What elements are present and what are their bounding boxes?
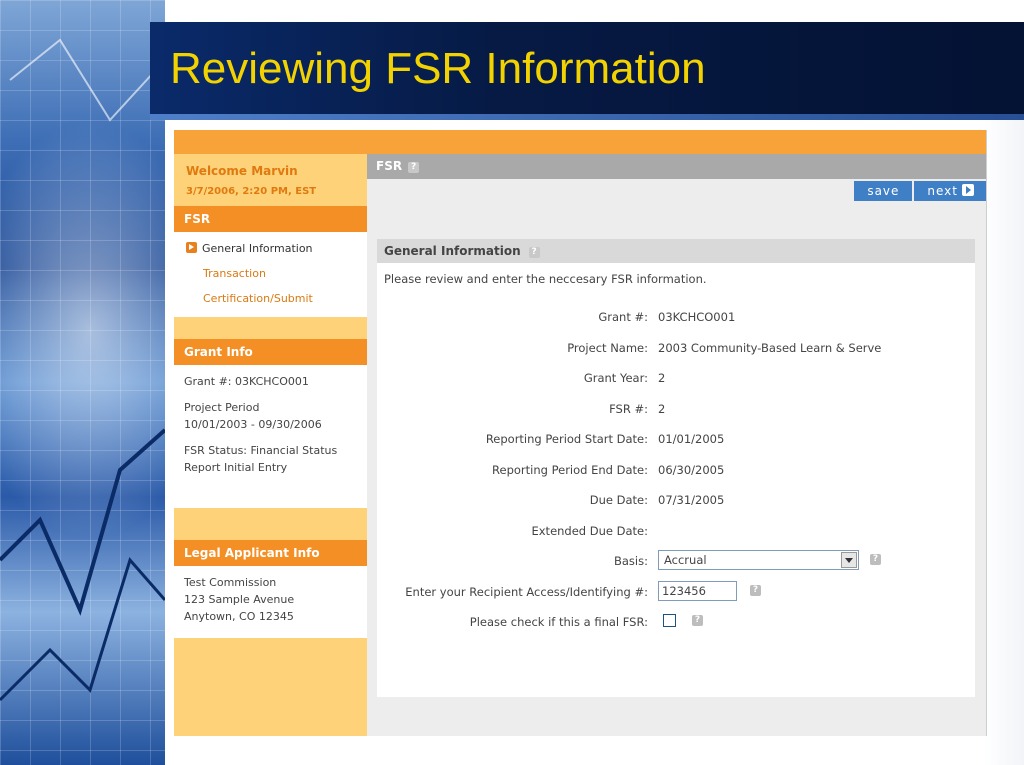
sidebar: Welcome Marvin 3/7/2006, 2:20 PM, EST FS…	[174, 154, 367, 736]
form-row-final-fsr: Please check if this a final FSR: ?	[377, 606, 975, 637]
welcome-text: Welcome Marvin	[186, 164, 298, 178]
field-label: Enter your Recipient Access/Identifying …	[405, 584, 648, 599]
project-period-label: Project Period	[184, 401, 260, 414]
fsr-nav: General Information Transaction Certific…	[174, 232, 367, 317]
field-label: Basis:	[614, 554, 648, 568]
help-icon[interactable]: ?	[408, 162, 420, 173]
form-row-basis: Basis: Accrual ?	[377, 545, 975, 576]
form-row-fsr-number: FSR #: 2	[377, 393, 975, 424]
field-label: FSR #:	[609, 401, 648, 416]
current-arrow-icon	[186, 242, 197, 253]
main-content: FSR? save next General Information? Plea…	[367, 154, 986, 736]
basis-select[interactable]: Accrual	[658, 550, 859, 570]
fsr-title-bar: FSR?	[367, 154, 986, 179]
login-datetime: 3/7/2006, 2:20 PM, EST	[186, 186, 317, 197]
general-information-panel: General Information? Please review and e…	[377, 239, 975, 697]
next-label: next	[927, 184, 958, 198]
grant-info-header: Grant Info	[174, 339, 367, 365]
intro-text: Please review and enter the neccesary FS…	[384, 272, 707, 286]
form-row-recipient-id: Enter your Recipient Access/Identifying …	[377, 576, 975, 607]
form-row-grant: Grant #: 03KCHCO001	[377, 301, 975, 332]
nav-item-transaction[interactable]: Transaction	[174, 261, 367, 286]
field-value: 03KCHCO001	[658, 310, 736, 324]
help-icon[interactable]: ?	[870, 554, 881, 565]
nav-item-general-information[interactable]: General Information	[174, 236, 367, 261]
fsr-title: FSR	[376, 159, 403, 173]
field-label: Due Date:	[589, 493, 648, 507]
legal-applicant-block: Test Commission 123 Sample Avenue Anytow…	[174, 566, 367, 638]
action-buttons: save next	[852, 181, 986, 201]
field-label: Project Name:	[567, 340, 648, 355]
app-header-bar	[174, 130, 986, 154]
help-icon[interactable]: ?	[528, 247, 540, 258]
nav-item-certification-submit[interactable]: Certification/Submit	[174, 286, 367, 311]
form-row-project-name: Project Name: 2003 Community-Based Learn…	[377, 332, 975, 363]
next-button[interactable]: next	[914, 181, 986, 201]
slide-right-gloss	[984, 120, 1024, 765]
project-period-value: 10/01/2003 - 09/30/2006	[184, 418, 322, 431]
form-row-period-end: Reporting Period End Date: 06/30/2005	[377, 454, 975, 485]
help-icon[interactable]: ?	[692, 615, 703, 626]
chevron-down-icon[interactable]	[841, 552, 857, 568]
form-row-extended-due-date: Extended Due Date:	[377, 515, 975, 546]
field-value: 06/30/2005	[658, 462, 725, 477]
field-value: 01/01/2005	[658, 432, 725, 446]
field-label: Reporting Period End Date:	[492, 462, 648, 477]
field-label: Grant #:	[598, 310, 648, 324]
applicant-street: 123 Sample Avenue	[184, 593, 295, 606]
field-value: 2	[658, 401, 666, 416]
applicant-name: Test Commission	[184, 576, 277, 589]
field-label: Extended Due Date:	[531, 523, 648, 538]
field-value: 07/31/2005	[658, 493, 725, 507]
slide-left-decoration	[0, 0, 165, 765]
fsr-application: Welcome Marvin 3/7/2006, 2:20 PM, EST FS…	[174, 130, 987, 736]
grant-info-block: Grant #: 03KCHCO001 Project Period 10/01…	[174, 365, 367, 508]
form-row-due-date: Due Date: 07/31/2005	[377, 484, 975, 515]
welcome-block: Welcome Marvin 3/7/2006, 2:20 PM, EST	[174, 154, 367, 206]
help-icon[interactable]: ?	[750, 584, 761, 596]
final-fsr-checkbox[interactable]	[663, 614, 676, 627]
chart-decoration-graphic	[0, 38, 165, 702]
legal-applicant-header: Legal Applicant Info	[174, 540, 367, 566]
field-label: Please check if this a final FSR:	[469, 615, 648, 629]
nav-item-label: General Information	[202, 242, 313, 255]
save-button[interactable]: save	[854, 181, 913, 201]
field-label: Grant Year:	[583, 371, 648, 385]
fsr-form: Grant #: 03KCHCO001 Project Name: 2003 C…	[377, 301, 975, 637]
fsr-section-header: FSR	[174, 206, 367, 232]
panel-header: General Information?	[377, 239, 975, 263]
form-row-period-start: Reporting Period Start Date: 01/01/2005	[377, 423, 975, 454]
applicant-city: Anytown, CO 12345	[184, 610, 294, 623]
field-value: 2	[658, 371, 666, 385]
panel-title: General Information	[384, 244, 521, 258]
form-row-grant-year: Grant Year: 2	[377, 362, 975, 393]
next-arrow-icon	[962, 184, 974, 196]
basis-selected-value: Accrual	[664, 553, 707, 567]
grant-number-text: Grant #: 03KCHCO001	[184, 375, 309, 388]
fsr-status-line-2: Report Initial Entry	[184, 461, 288, 474]
field-label: Reporting Period Start Date:	[485, 432, 648, 446]
fsr-status-line-1: FSR Status: Financial Status	[184, 444, 338, 457]
field-value: 2003 Community-Based Learn & Serve	[658, 340, 882, 355]
slide-title: Reviewing FSR Information	[170, 44, 706, 93]
recipient-id-input[interactable]: 123456	[658, 580, 737, 601]
